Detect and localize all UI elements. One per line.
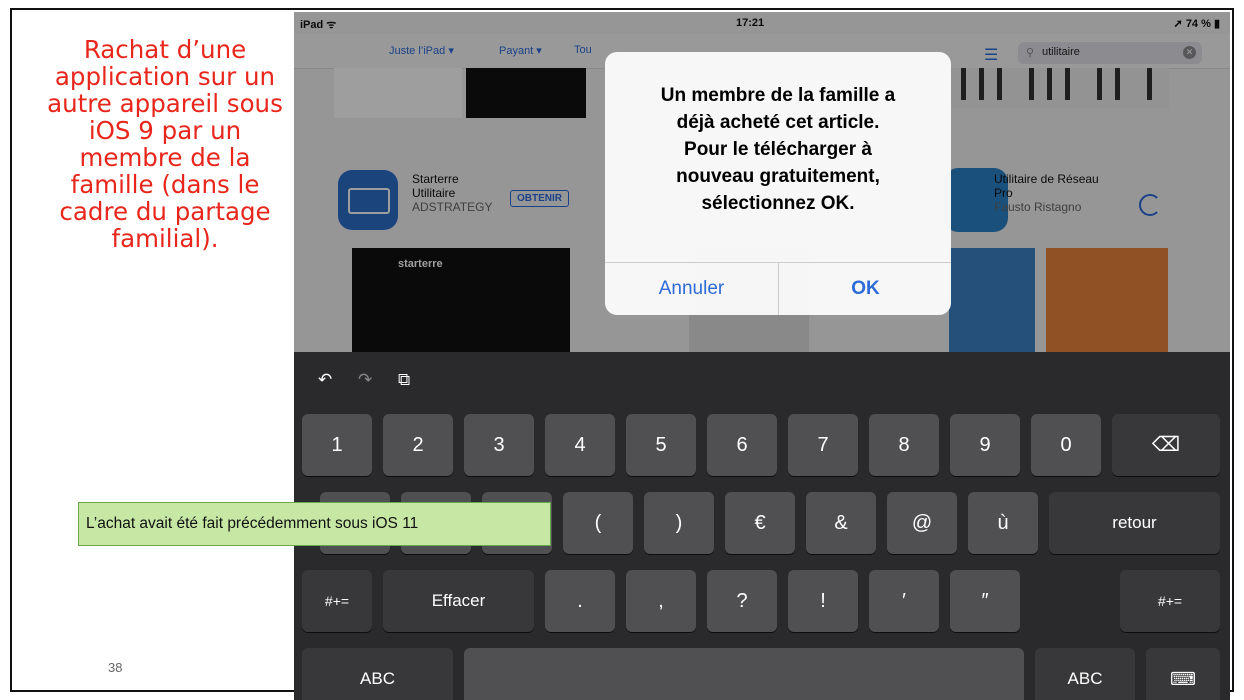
key[interactable]: & (806, 492, 876, 554)
key[interactable]: , (626, 570, 696, 632)
page-number: 38 (108, 660, 123, 675)
key[interactable]: ) (644, 492, 714, 554)
key[interactable]: 6 (707, 414, 777, 476)
delete-icon[interactable]: ⌫ (1112, 414, 1220, 476)
key[interactable]: 0 (1031, 414, 1101, 476)
key[interactable]: . (545, 570, 615, 632)
redo-icon[interactable]: ↷ (358, 370, 372, 390)
abc-key[interactable]: ABC (1035, 648, 1135, 700)
key[interactable]: 4 (545, 414, 615, 476)
key[interactable]: 8 (869, 414, 939, 476)
symbols-key[interactable]: #+= (302, 570, 372, 632)
slide-title: Rachat d’une application sur un autre ap… (47, 35, 283, 253)
key[interactable]: 7 (788, 414, 858, 476)
key[interactable]: 5 (626, 414, 696, 476)
family-purchase-alert: Un membre de la famille a déjà acheté ce… (605, 52, 951, 315)
key[interactable]: 2 (383, 414, 453, 476)
annotation-note: L’achat avait été fait précédemment sous… (78, 502, 551, 546)
key[interactable]: ′ (869, 570, 939, 632)
key[interactable]: 3 (464, 414, 534, 476)
ok-button[interactable]: OK (779, 262, 951, 315)
undo-key[interactable]: Effacer (383, 570, 534, 632)
cancel-button[interactable]: Annuler (605, 262, 778, 315)
space-bar[interactable] (464, 648, 1024, 700)
alert-message: Un membre de la famille a déjà acheté ce… (660, 85, 896, 214)
paste-icon[interactable]: ⧉ (398, 370, 410, 390)
return-key[interactable]: retour (1049, 492, 1220, 554)
key[interactable]: € (725, 492, 795, 554)
key[interactable]: ( (563, 492, 633, 554)
key[interactable]: ″ (950, 570, 1020, 632)
key[interactable]: ! (788, 570, 858, 632)
key[interactable]: ? (707, 570, 777, 632)
symbols-key[interactable]: #+= (1120, 570, 1220, 632)
key[interactable]: @ (887, 492, 957, 554)
abc-key[interactable]: ABC (302, 648, 453, 700)
key[interactable]: 1 (302, 414, 372, 476)
hide-keyboard-icon[interactable]: ⌨ (1146, 648, 1220, 700)
ipad-screenshot: iPad ᯤ 17:21 ➚ 74 % ▮ Juste l’iPad ▾ Pay… (294, 12, 1230, 700)
undo-icon[interactable]: ↶ (318, 370, 332, 390)
key[interactable]: 9 (950, 414, 1020, 476)
key[interactable]: ù (968, 492, 1038, 554)
